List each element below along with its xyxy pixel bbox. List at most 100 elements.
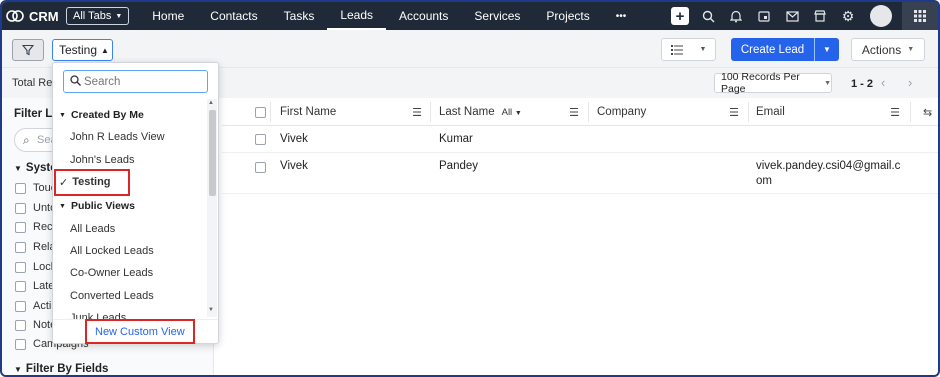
cell-last-name: Pandey [439, 160, 479, 172]
apps-grid-icon [914, 10, 926, 22]
view-option[interactable]: All Leads [70, 223, 115, 235]
view-search-field[interactable] [63, 70, 208, 93]
checkbox[interactable] [15, 261, 26, 273]
checkbox[interactable] [15, 241, 26, 253]
apps-button[interactable] [902, 2, 938, 30]
checkbox[interactable] [15, 338, 26, 350]
quick-create-button[interactable]: + [666, 2, 694, 30]
avatar[interactable] [870, 5, 892, 27]
view-option[interactable]: John's Leads [70, 154, 134, 166]
custom-view-dropdown: ▼ Created By Me John R Leads View John's… [52, 62, 219, 344]
column-filter-all[interactable]: All ▼ [502, 107, 522, 118]
checkbox[interactable] [15, 300, 26, 312]
system-filters-heading[interactable]: ▼ Syste [14, 162, 57, 174]
chevron-down-icon: ▼ [907, 46, 915, 53]
column-divider [748, 102, 749, 122]
column-settings-icon[interactable]: ⇆ [923, 106, 932, 119]
filter-item[interactable]: Rela [15, 241, 56, 253]
gear-icon: ⚙ [841, 7, 855, 24]
column-menu-icon[interactable]: ☰ [412, 106, 422, 119]
filter-item[interactable]: Late [15, 280, 54, 292]
checkbox[interactable] [15, 221, 26, 233]
column-menu-icon[interactable]: ☰ [729, 106, 739, 119]
column-divider [588, 102, 589, 122]
tab-home[interactable]: Home [139, 2, 197, 30]
filter-item[interactable]: Touc [15, 182, 56, 194]
filter-item[interactable]: Lock [15, 261, 56, 273]
view-option[interactable]: Converted Leads [70, 290, 154, 302]
tab-tasks[interactable]: Tasks [271, 2, 328, 30]
marketplace-button[interactable] [806, 2, 834, 30]
create-options-dropdown[interactable]: ▼ [814, 38, 839, 61]
crm-logo[interactable]: CRM [2, 9, 64, 24]
column-last-name[interactable]: Last Name All ▼ ☰ [439, 98, 589, 126]
crm-logo-icon [6, 10, 24, 22]
mail-button[interactable] [778, 2, 806, 30]
column-divider [910, 102, 911, 122]
create-lead-button[interactable]: Create Lead ▼ [731, 38, 839, 61]
view-option[interactable]: Co-Owner Leads [70, 267, 153, 279]
caret-down-icon: ▼ [14, 163, 22, 173]
table-row[interactable]: Vivek Kumar [222, 126, 938, 153]
tab-accounts[interactable]: Accounts [386, 2, 461, 30]
chevron-down-icon: ▼ [699, 46, 707, 53]
per-page-label: 100 Records Per Page [721, 71, 800, 95]
more-tabs-button[interactable]: ••• [603, 2, 640, 30]
created-by-me-heading[interactable]: ▼ Created By Me [59, 109, 144, 121]
row-checkbox[interactable] [255, 134, 266, 145]
filter-item[interactable]: Note [15, 319, 56, 331]
tab-projects[interactable]: Projects [533, 2, 602, 30]
scroll-down-icon[interactable]: ▼ [208, 307, 214, 313]
select-all-checkbox[interactable] [255, 107, 266, 118]
previous-page-button[interactable]: ‹ [881, 75, 885, 90]
highlight-box-testing [54, 169, 130, 196]
table-header: First Name ☰ Last Name All ▼ ☰ Company ☰… [222, 98, 938, 126]
custom-view-select[interactable]: Testing ▲ [52, 39, 113, 61]
public-views-heading[interactable]: ▼ Public Views [59, 200, 135, 212]
cell-email-wrap[interactable]: om [756, 174, 772, 189]
cell-email[interactable]: vivek.pandey.csi04@gmail.c [756, 159, 900, 174]
column-menu-icon[interactable]: ☰ [890, 106, 900, 119]
layout-view-button[interactable]: ▼ [661, 38, 716, 61]
column-label: Email [756, 106, 785, 118]
view-option[interactable]: All Locked Leads [70, 245, 154, 257]
chevron-down-icon: ▼ [115, 12, 123, 20]
filter-by-fields-heading[interactable]: ▼ Filter By Fields [14, 363, 108, 375]
view-search-input[interactable] [84, 74, 202, 89]
table-row[interactable]: Vivek Pandey vivek.pandey.csi04@gmail.c … [222, 153, 938, 194]
row-checkbox[interactable] [255, 162, 266, 173]
tab-services[interactable]: Services [461, 2, 533, 30]
notifications-button[interactable] [722, 2, 750, 30]
create-lead-label: Create Lead [740, 43, 805, 56]
column-divider [270, 102, 271, 122]
column-email[interactable]: Email ☰ [756, 98, 910, 126]
cell-first-name[interactable]: Vivek [280, 159, 308, 174]
tab-contacts[interactable]: Contacts [197, 2, 270, 30]
view-option[interactable]: John R Leads View [70, 131, 165, 143]
next-page-button[interactable]: › [908, 75, 912, 90]
column-first-name[interactable]: First Name ☰ [280, 98, 432, 126]
search-icon [702, 10, 714, 22]
filter-toggle-button[interactable] [12, 39, 44, 61]
cell-first-name[interactable]: Vivek [280, 132, 308, 147]
tab-leads[interactable]: Leads [327, 2, 387, 30]
search-button[interactable] [694, 2, 722, 30]
group-label: Created By Me [70, 109, 144, 121]
calendar-button[interactable] [750, 2, 778, 30]
checkbox[interactable] [15, 319, 26, 331]
column-company[interactable]: Company ☰ [597, 98, 749, 126]
settings-button[interactable]: ⚙ [834, 2, 862, 30]
checkbox[interactable] [15, 182, 26, 194]
filter-item[interactable]: Acti [15, 300, 51, 312]
caret-down-icon: ▼ [59, 202, 66, 210]
records-per-page-select[interactable]: 100 Records Per Page ▼ [714, 71, 832, 95]
all-tabs-button[interactable]: All Tabs ▼ [66, 7, 130, 25]
column-menu-icon[interactable]: ☰ [569, 106, 579, 119]
checkbox[interactable] [15, 202, 26, 214]
caret-down-icon: ▼ [59, 111, 66, 119]
dropdown-scroll-thumb[interactable] [209, 110, 216, 196]
checkbox[interactable] [15, 280, 26, 292]
filter-item[interactable]: Unto [15, 202, 56, 214]
scroll-up-icon[interactable]: ▲ [208, 100, 214, 106]
actions-button[interactable]: Actions ▼ [851, 38, 925, 61]
